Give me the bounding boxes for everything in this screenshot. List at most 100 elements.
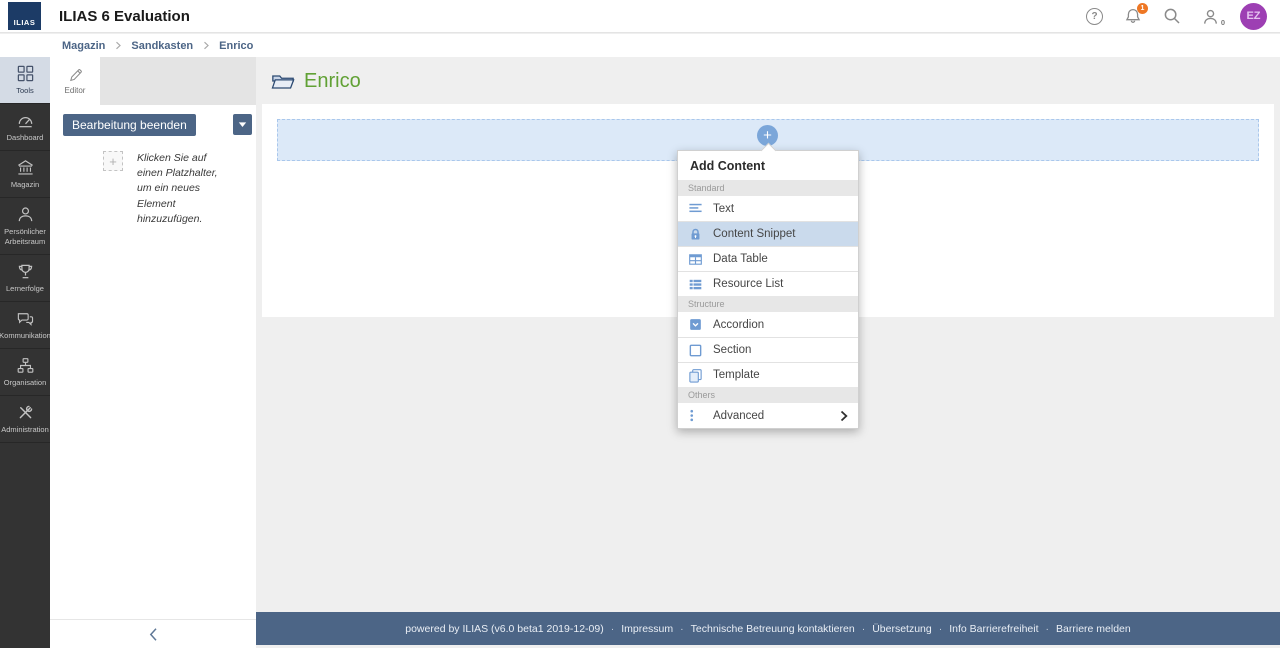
- tab-editor[interactable]: Editor: [50, 57, 100, 105]
- placeholder-plus-button[interactable]: +: [103, 151, 123, 171]
- menu-item-data-table[interactable]: Data Table: [678, 246, 858, 271]
- sidebar-item-label: Magazin: [10, 180, 40, 190]
- placeholder-hint: + Klicken Sie auf einen Platzhalter, um …: [50, 151, 256, 227]
- menu-item-label: Resource List: [713, 278, 784, 290]
- pencil-icon: [68, 68, 83, 83]
- menu-section-structure: Structure: [678, 296, 858, 312]
- awareness-button[interactable]: 0: [1202, 8, 1225, 27]
- menu-item-label: Template: [713, 369, 760, 381]
- person-icon: [16, 205, 35, 224]
- footer-link-uebersetzung[interactable]: Übersetzung: [872, 623, 932, 635]
- breadcrumb-item-magazin[interactable]: Magazin: [62, 40, 105, 52]
- sidebar-item-label: Tools: [16, 86, 34, 96]
- menu-item-label: Text: [713, 202, 735, 215]
- sidebar-item-lernerfolge[interactable]: Lernerfolge: [0, 255, 50, 302]
- footer: powered by ILIAS (v6.0 beta1 2019-12-09)…: [256, 612, 1280, 645]
- avatar[interactable]: EZ: [1240, 2, 1267, 30]
- chevron-down-icon: [238, 121, 247, 128]
- tools-tab-strip: Editor: [50, 57, 256, 105]
- page-title: Enrico: [304, 70, 361, 92]
- page-title-row: Enrico: [256, 57, 1280, 93]
- sidebar-item-tools[interactable]: Tools: [0, 57, 50, 104]
- crossed-tools-icon: [16, 403, 35, 422]
- app-title: ILIAS 6 Evaluation: [59, 7, 190, 25]
- add-content-menu: Add Content Standard Text Content Snippe…: [677, 142, 859, 429]
- search-button[interactable]: [1163, 7, 1181, 25]
- sidebar-item-dashboard[interactable]: Dashboard: [0, 104, 50, 151]
- menu-item-section[interactable]: Section: [678, 337, 858, 362]
- breadcrumb-item-enrico[interactable]: Enrico: [219, 40, 253, 52]
- accordion-icon: [688, 317, 703, 332]
- top-actions: ? 1 0 EZ: [1086, 2, 1280, 30]
- sidebar-item-kommunikation[interactable]: Kommunikation: [0, 302, 51, 349]
- ilias-logo[interactable]: ILIAS: [8, 2, 41, 30]
- search-icon: [1163, 7, 1181, 25]
- menu-item-template[interactable]: Template: [678, 362, 858, 387]
- sidebar-item-label: Persönlicher Arbeitsraum: [4, 227, 46, 246]
- menu-item-text[interactable]: Text: [678, 196, 858, 221]
- footer-link-info-barrierefreiheit[interactable]: Info Barrierefreiheit: [949, 623, 1038, 635]
- folder-icon: [271, 72, 295, 91]
- template-icon: [688, 368, 703, 383]
- menu-item-label: Content Snippet: [713, 228, 796, 240]
- section-icon: [688, 343, 703, 358]
- breadcrumb-separator-icon: [114, 41, 122, 50]
- tab-editor-label: Editor: [64, 85, 86, 95]
- content-snippet-icon: [688, 227, 703, 242]
- menu-item-resource-list[interactable]: Resource List: [678, 271, 858, 296]
- user-icon: [1202, 8, 1219, 25]
- help-icon[interactable]: ?: [1086, 7, 1103, 25]
- chevron-left-icon: [148, 627, 158, 642]
- menu-section-others: Others: [678, 387, 858, 403]
- main-sidebar: Tools Dashboard Magazin Persönlicher Arb…: [0, 57, 51, 648]
- trophy-icon: [16, 262, 35, 281]
- sidebar-item-label: Lernerfolge: [6, 283, 44, 293]
- edit-controls: Bearbeitung beenden: [50, 105, 256, 136]
- menu-item-advanced[interactable]: Advanced: [678, 403, 858, 428]
- placeholder-hint-text: Klicken Sie auf einen Platzhalter, um ei…: [137, 152, 218, 225]
- finish-editing-button[interactable]: Bearbeitung beenden: [63, 114, 196, 136]
- footer-separator: ·: [861, 622, 866, 635]
- tools-panel: Editor Bearbeitung beenden + Klicken Sie…: [50, 57, 256, 648]
- sidebar-item-label: Kommunikation: [0, 330, 51, 340]
- notifications-button[interactable]: 1: [1124, 3, 1148, 25]
- dashboard-gauge-icon: [16, 111, 35, 130]
- menu-item-content-snippet[interactable]: Content Snippet: [678, 221, 858, 246]
- sidebar-item-label: Dashboard: [6, 133, 44, 143]
- chevron-right-icon: [840, 410, 848, 422]
- footer-separator: ·: [610, 622, 615, 635]
- text-icon: [688, 201, 703, 216]
- menu-item-label: Data Table: [713, 253, 768, 265]
- footer-link-technische-betreuung[interactable]: Technische Betreuung kontaktieren: [691, 623, 855, 635]
- actions-dropdown-button[interactable]: [233, 114, 252, 135]
- breadcrumb: Magazin Sandkasten Enrico: [0, 34, 1280, 57]
- sidebar-item-persoenlicher-arbeitsraum[interactable]: Persönlicher Arbeitsraum: [0, 198, 50, 255]
- breadcrumb-separator-icon: [202, 41, 210, 50]
- footer-link-barriere-melden[interactable]: Barriere melden: [1056, 623, 1131, 635]
- chat-bubbles-icon: [16, 309, 35, 328]
- resource-list-icon: [688, 277, 703, 292]
- advanced-dots-icon: [688, 408, 703, 423]
- menu-section-standard: Standard: [678, 180, 858, 196]
- awareness-count-badge: 0: [1220, 17, 1225, 27]
- footer-link-impressum[interactable]: Impressum: [621, 623, 673, 635]
- powered-by-text: powered by ILIAS (v6.0 beta1 2019-12-09): [405, 622, 604, 635]
- repository-building-icon: [16, 158, 35, 177]
- sidebar-item-label: Administration: [1, 424, 49, 434]
- sidebar-item-magazin[interactable]: Magazin: [0, 151, 50, 198]
- main-content: Enrico + Add Content Standard Text Conte…: [256, 57, 1280, 648]
- footer-separator: ·: [680, 622, 684, 635]
- sidebar-item-label: Organisation: [3, 377, 47, 387]
- top-bar: ILIAS ILIAS 6 Evaluation ? 1 0 EZ: [0, 0, 1280, 33]
- data-table-icon: [688, 252, 703, 267]
- sidebar-item-organisation[interactable]: Organisation: [0, 349, 50, 396]
- collapse-panel-button[interactable]: [50, 619, 256, 648]
- menu-item-label: Advanced: [713, 409, 765, 422]
- sidebar-item-administration[interactable]: Administration: [0, 396, 50, 443]
- menu-item-accordion[interactable]: Accordion: [678, 312, 858, 337]
- breadcrumb-item-sandkasten[interactable]: Sandkasten: [131, 40, 193, 52]
- footer-separator: ·: [1045, 622, 1050, 635]
- notification-badge: 1: [1137, 3, 1148, 14]
- org-chart-icon: [16, 356, 35, 375]
- menu-item-label: Accordion: [713, 318, 765, 331]
